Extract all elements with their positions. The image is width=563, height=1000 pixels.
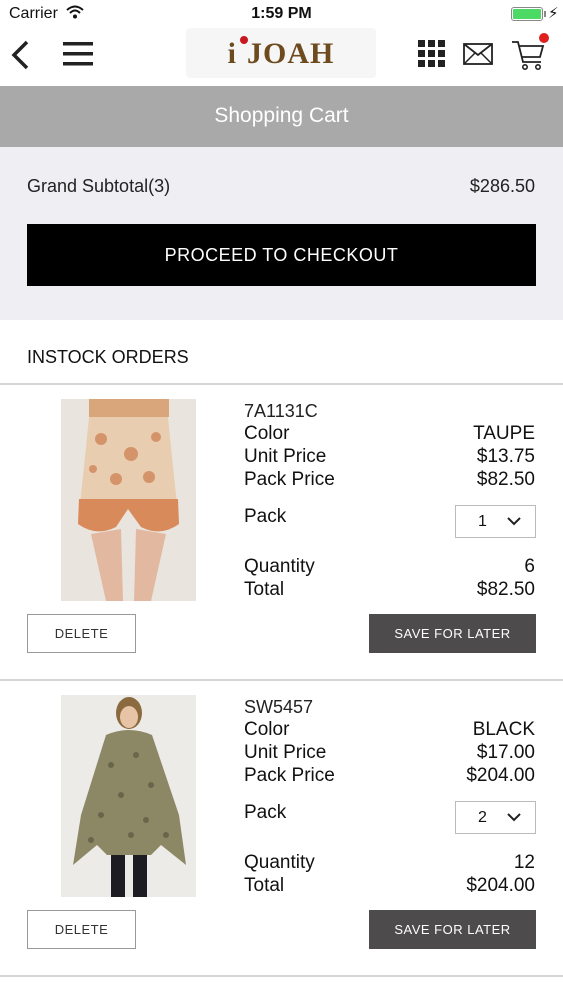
delete-button[interactable]: DELETE	[27, 910, 136, 949]
battery-tip	[544, 11, 546, 17]
status-bar: Carrier 1:59 PM ⚡	[0, 0, 563, 28]
pack-price-label: Pack Price	[244, 469, 335, 490]
pack-select[interactable]: 2	[455, 801, 536, 834]
logo-text: i JOAH	[227, 37, 335, 70]
back-icon[interactable]	[10, 40, 30, 75]
divider	[0, 975, 563, 977]
menu-icon[interactable]	[63, 41, 93, 72]
section-title: INSTOCK ORDERS	[27, 347, 189, 367]
delete-button[interactable]: DELETE	[27, 614, 136, 653]
checkout-button[interactable]: PROCEED TO CHECKOUT	[27, 224, 536, 286]
color-value: BLACK	[472, 719, 535, 740]
total-label: Total	[244, 579, 285, 600]
unit-price-label: Unit Price	[244, 742, 327, 763]
quantity-label: Quantity	[244, 852, 315, 873]
grid-icon[interactable]	[418, 40, 445, 72]
color-value: TAUPE	[473, 423, 535, 444]
cart-summary: Grand Subtotal(3) $286.50 PROCEED TO CHE…	[0, 147, 563, 320]
subtotal-label: Grand Subtotal(3)	[27, 176, 171, 196]
pack-value: 1	[478, 513, 487, 530]
cart-badge	[539, 33, 549, 43]
chevron-down-icon	[506, 810, 522, 829]
quantity-value: 12	[513, 852, 535, 873]
cart-item: SW5457 Color BLACK Unit Price $17.00 Pac…	[0, 681, 563, 977]
title-bar: Shopping Cart	[0, 86, 563, 147]
pack-select[interactable]: 1	[455, 505, 536, 538]
total-value: $82.50	[476, 579, 535, 600]
subtotal-amount: $286.50	[469, 176, 535, 196]
clock: 1:59 PM	[251, 5, 312, 22]
save-for-later-button[interactable]: SAVE FOR LATER	[369, 614, 536, 653]
total-value: $204.00	[466, 875, 535, 896]
charging-icon: ⚡	[548, 5, 559, 22]
unit-price-value: $17.00	[476, 742, 535, 763]
item-sku: 7A1131C	[244, 401, 318, 421]
quantity-value: 6	[524, 556, 535, 577]
pack-value: 2	[478, 809, 487, 826]
pack-label: Pack	[244, 802, 287, 823]
nav-bar: i JOAH	[0, 28, 563, 86]
brand-logo[interactable]: i JOAH	[186, 28, 376, 78]
pack-price-value: $204.00	[466, 765, 535, 786]
color-label: Color	[244, 423, 290, 444]
chevron-down-icon	[506, 514, 522, 533]
save-for-later-button[interactable]: SAVE FOR LATER	[369, 910, 536, 949]
pack-price-label: Pack Price	[244, 765, 335, 786]
pack-price-value: $82.50	[476, 469, 535, 490]
color-label: Color	[244, 719, 290, 740]
unit-price-label: Unit Price	[244, 446, 327, 467]
page-title: Shopping Cart	[214, 104, 349, 127]
battery-icon	[511, 7, 543, 21]
product-image[interactable]	[61, 695, 196, 897]
mail-icon[interactable]	[463, 43, 493, 70]
quantity-label: Quantity	[244, 556, 315, 577]
cart-icon[interactable]	[510, 32, 550, 77]
pack-label: Pack	[244, 506, 287, 527]
unit-price-value: $13.75	[476, 446, 535, 467]
product-image[interactable]	[61, 399, 196, 601]
total-label: Total	[244, 875, 285, 896]
cart-item: 7A1131C Color TAUPE Unit Price $13.75 Pa…	[0, 385, 563, 681]
item-sku: SW5457	[244, 697, 314, 717]
